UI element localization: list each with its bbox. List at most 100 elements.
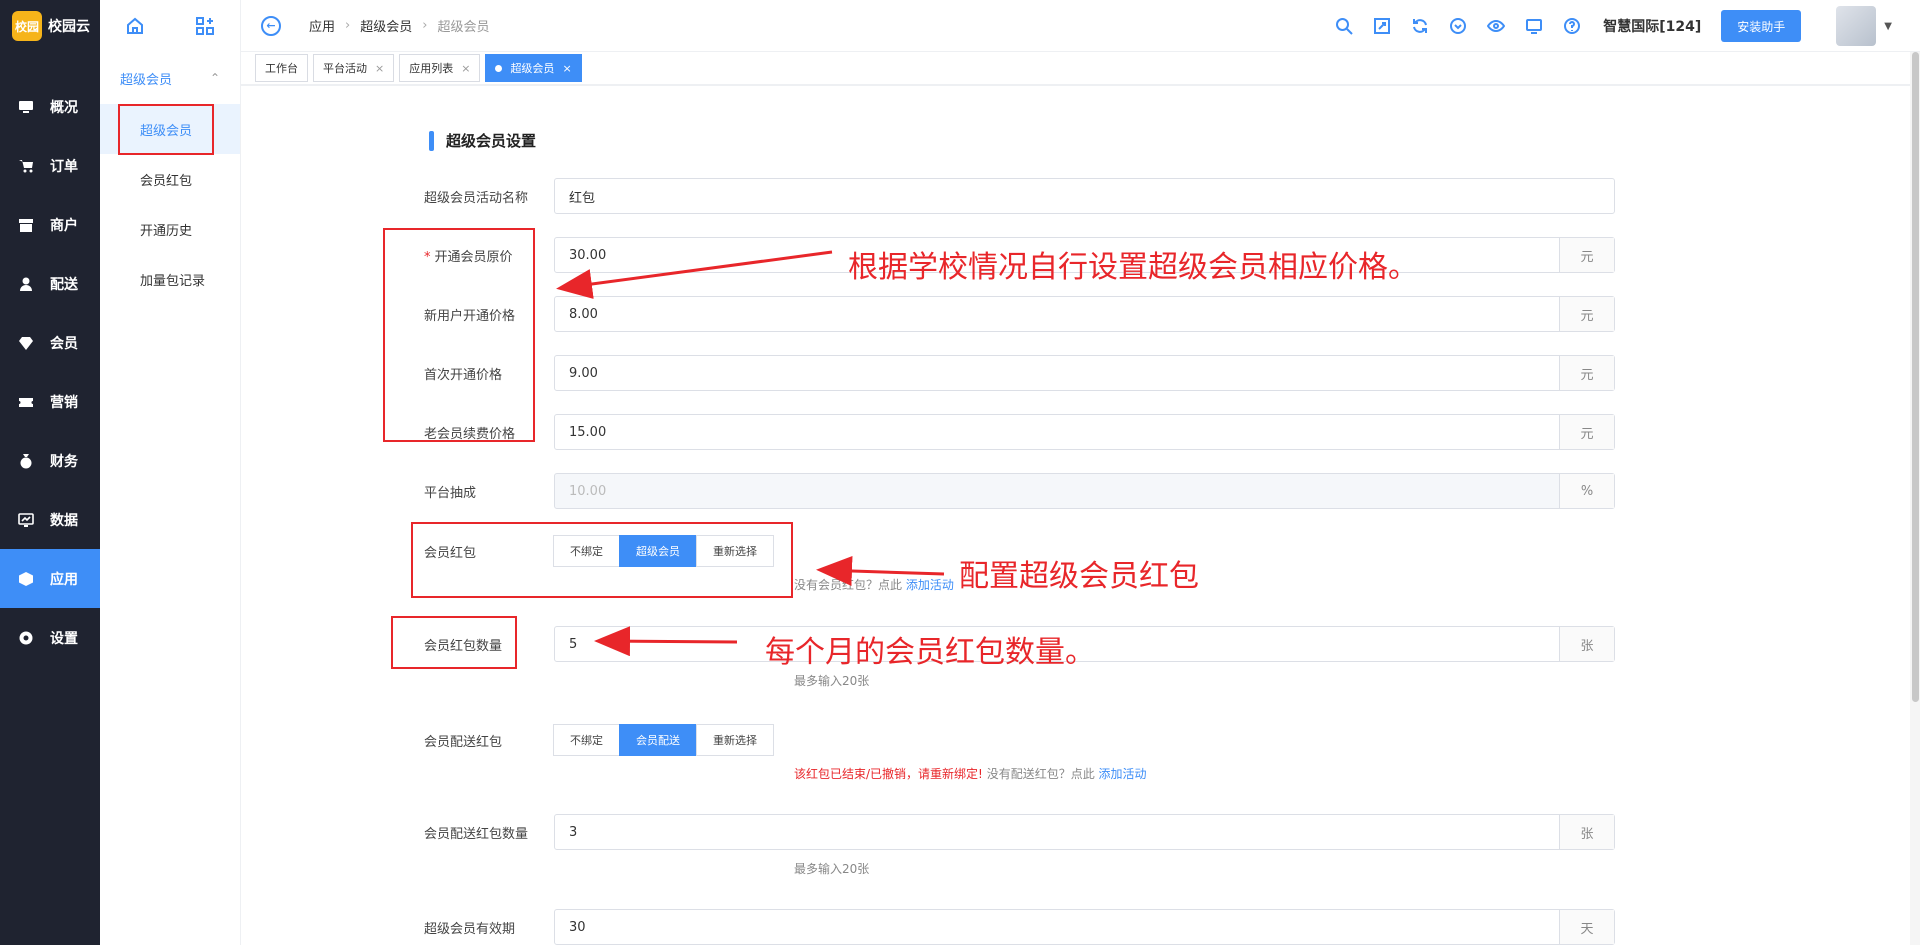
scrollbar[interactable] [1910, 52, 1920, 945]
avatar[interactable] [1836, 6, 1877, 46]
monitor-icon [19, 100, 33, 113]
chevron-up-icon: ⌃ [209, 71, 220, 85]
nav-item-members[interactable]: 会员 [0, 313, 100, 372]
subnav-group-label: 超级会员 [120, 72, 173, 88]
chevron-right-icon: › [422, 18, 428, 33]
max-hint: 最多输入20张 [794, 862, 870, 876]
app-logo[interactable]: 校园 校园云 [0, 0, 100, 52]
cube-icon [19, 571, 33, 586]
home-icon[interactable] [125, 16, 145, 36]
page-tabs: 工作台 平台活动 × 应用列表 × 超级会员 × [241, 52, 1920, 86]
nav-item-data[interactable]: 数据 [0, 490, 100, 549]
nav-item-merchants[interactable]: 商户 [0, 195, 100, 254]
nav-label: 营销 [50, 394, 78, 411]
install-assistant-button[interactable]: 安装助手 [1721, 10, 1802, 42]
nav-label: 配送 [50, 276, 78, 293]
nav-item-finance[interactable]: 财务 [0, 431, 100, 490]
nav-label: 概况 [50, 99, 78, 116]
tab-platform-activity[interactable]: 平台活动 × [313, 54, 395, 82]
subnav-item-member-redpack[interactable]: 会员红包 [100, 154, 240, 204]
nav-item-orders[interactable]: 订单 [0, 136, 100, 195]
eye-icon[interactable] [1477, 0, 1515, 52]
annotation-count-text: 每个月的会员红包数量。 [765, 635, 1095, 670]
nav-label: 商户 [50, 217, 78, 234]
subnav-item-addon-records[interactable]: 加量包记录 [100, 254, 240, 304]
chart-icon [18, 512, 34, 527]
nav-label: 设置 [50, 630, 78, 647]
validity-input[interactable]: 30 天 [554, 909, 1615, 945]
delivery-option-reselect[interactable]: 重新选择 [696, 724, 774, 756]
main-content: 超级会员设置 超级会员活动名称 红包 * 开通会员原价 30.00 元 新用户开通价… [241, 88, 1910, 945]
breadcrumb: 应用 › 超级会员 › 超级会员 [309, 16, 489, 35]
subnav-item-open-history[interactable]: 开通历史 [100, 204, 240, 254]
nav-label: 财务 [50, 453, 78, 470]
nav-label: 应用 [50, 571, 78, 588]
nav-item-marketing[interactable]: 营销 [0, 372, 100, 431]
unit-label: 元 [1559, 356, 1614, 390]
add-activity-link[interactable]: 添加活动 [1099, 767, 1147, 781]
annotation-box-prices [383, 228, 535, 442]
unit-label: 张 [1559, 627, 1614, 661]
row-delivery-redpack: 会员配送红包 不绑定 会员配送 重新选择 [424, 724, 1744, 756]
logo-mark: 校园 [12, 11, 42, 41]
courier-icon [20, 277, 32, 291]
unit-label: 张 [1559, 815, 1614, 849]
annotation-box-redpack [411, 522, 793, 598]
nav-item-apps[interactable]: 应用 [0, 549, 100, 608]
delivery-count-input[interactable]: 3张 [554, 814, 1615, 850]
scrollbar-thumb[interactable] [1912, 52, 1919, 702]
new-user-price-input[interactable]: 8.00 元 [554, 296, 1615, 332]
delivery-segmented: 不绑定 会员配送 重新选择 [553, 724, 774, 756]
logo-text: 校园云 [48, 19, 90, 35]
close-icon[interactable]: × [461, 62, 470, 75]
gear-icon [19, 631, 33, 644]
delivery-warning: 该红包已结束/已撤销，请重新绑定! [794, 767, 983, 781]
search-icon[interactable] [1325, 0, 1363, 52]
download-icon[interactable] [1439, 0, 1477, 52]
row-validity: 超级会员有效期 30 天 [424, 909, 1744, 945]
close-icon[interactable]: × [375, 62, 384, 75]
nav-item-settings[interactable]: 设置 [0, 608, 100, 667]
tab-super-member[interactable]: 超级会员 × [485, 54, 582, 82]
row-renew-price: 老会员续费价格 15.00 元 [424, 414, 1744, 450]
chevron-right-icon: › [345, 18, 351, 33]
nav-item-delivery[interactable]: 配送 [0, 254, 100, 313]
unit-label: 元 [1559, 297, 1614, 331]
tab-workbench[interactable]: 工作台 [255, 54, 308, 82]
crumb-super-member[interactable]: 超级会员 [360, 16, 412, 35]
nav-item-overview[interactable]: 概况 [0, 77, 100, 136]
help-icon[interactable] [1553, 0, 1591, 52]
add-activity-link[interactable]: 添加活动 [906, 578, 954, 592]
main-sidebar: 校园 校园云 概况 订单 商户 配送 会员 营销 财务 数据 应用 设置 [0, 0, 100, 945]
activity-name-input[interactable]: 红包 [554, 178, 1615, 214]
tab-app-list[interactable]: 应用列表 × [399, 54, 481, 82]
diamond-icon [19, 336, 33, 350]
annotation-box-count [391, 616, 517, 669]
screen-icon[interactable] [1515, 0, 1553, 52]
renew-price-input[interactable]: 15.00 元 [554, 414, 1615, 450]
caret-down-icon[interactable]: ▼ [1884, 21, 1892, 32]
delivery-option-member[interactable]: 会员配送 [619, 724, 697, 756]
crumb-apps[interactable]: 应用 [309, 16, 335, 35]
close-icon[interactable]: × [562, 62, 571, 75]
delivery-helper: 该红包已结束/已撤销，请重新绑定! 没有配送红包？点此 添加活动 [794, 767, 1147, 781]
active-dot-icon [495, 64, 503, 72]
nav-label: 数据 [50, 512, 78, 529]
title-bar [429, 130, 434, 151]
section-title: 超级会员设置 [429, 130, 536, 151]
apps-grid-icon[interactable] [195, 16, 215, 36]
first-price-input[interactable]: 9.00 元 [554, 355, 1615, 391]
row-platform-commission: 平台抽成 10.00% [424, 473, 1744, 509]
subnav-item-super-member[interactable]: 超级会员 [100, 103, 240, 155]
unit-label: 天 [1559, 910, 1614, 944]
redpack-helper: 没有会员红包？点此 添加活动 [794, 578, 954, 592]
delivery-option-none[interactable]: 不绑定 [553, 724, 620, 756]
field-label: 会员配送红包数量 [424, 826, 529, 842]
row-activity-name: 超级会员活动名称 红包 [424, 178, 1744, 214]
refresh-icon[interactable] [1401, 0, 1439, 52]
row-first-price: 首次开通价格 9.00 元 [424, 355, 1744, 391]
subnav-group[interactable]: 超级会员 ⌃ [100, 52, 240, 104]
fullscreen-icon[interactable] [1363, 0, 1401, 52]
store-icon [19, 218, 33, 232]
back-icon[interactable]: ← [261, 15, 281, 36]
